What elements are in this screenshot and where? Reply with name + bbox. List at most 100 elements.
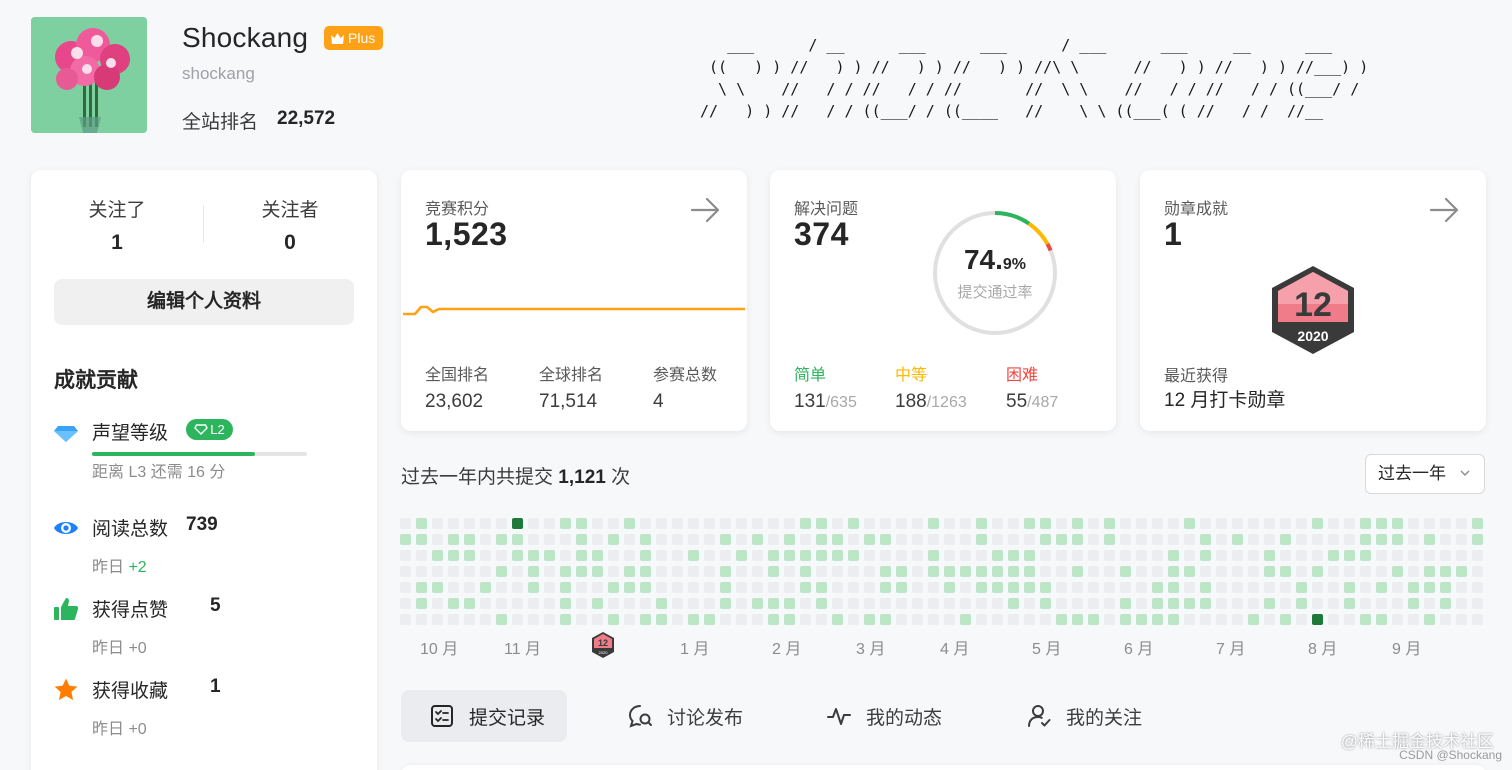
heatmap-day-cell[interactable] [1200, 614, 1211, 625]
heatmap-day-cell[interactable] [1072, 518, 1083, 529]
heatmap-day-cell[interactable] [608, 566, 619, 577]
heatmap-day-cell[interactable] [704, 614, 715, 625]
heatmap-day-cell[interactable] [736, 534, 747, 545]
heatmap-day-cell[interactable] [1328, 582, 1339, 593]
heatmap-day-cell[interactable] [480, 582, 491, 593]
heatmap-day-cell[interactable] [640, 566, 651, 577]
heatmap-day-cell[interactable] [528, 518, 539, 529]
heatmap-day-cell[interactable] [896, 550, 907, 561]
heatmap-day-cell[interactable] [1120, 614, 1131, 625]
heatmap-day-cell[interactable] [1168, 518, 1179, 529]
heatmap-day-cell[interactable] [1408, 550, 1419, 561]
heatmap-day-cell[interactable] [1248, 518, 1259, 529]
heatmap-day-cell[interactable] [704, 518, 715, 529]
heatmap-day-cell[interactable] [816, 614, 827, 625]
heatmap-day-cell[interactable] [1296, 598, 1307, 609]
heatmap-day-cell[interactable] [1472, 550, 1483, 561]
heatmap-day-cell[interactable] [544, 566, 555, 577]
badges-card[interactable]: 勋章成就 1 12 2020 最近获得 12 月打卡勋章 [1140, 170, 1486, 431]
heatmap-day-cell[interactable] [736, 614, 747, 625]
heatmap-day-cell[interactable] [1136, 518, 1147, 529]
heatmap-day-cell[interactable] [1376, 614, 1387, 625]
heatmap-day-cell[interactable] [1312, 518, 1323, 529]
tab-submissions[interactable]: 提交记录 [401, 690, 568, 742]
heatmap-day-cell[interactable] [688, 582, 699, 593]
heatmap-day-cell[interactable] [1104, 518, 1115, 529]
heatmap-day-cell[interactable] [1232, 566, 1243, 577]
heatmap-day-cell[interactable] [784, 518, 795, 529]
heatmap-day-cell[interactable] [1424, 550, 1435, 561]
heatmap-day-cell[interactable] [400, 518, 411, 529]
heatmap-day-cell[interactable] [880, 614, 891, 625]
heatmap-day-cell[interactable] [1184, 582, 1195, 593]
heatmap-day-cell[interactable] [784, 614, 795, 625]
heatmap-day-cell[interactable] [1008, 550, 1019, 561]
heatmap-day-cell[interactable] [992, 598, 1003, 609]
heatmap-day-cell[interactable] [752, 582, 763, 593]
heatmap-day-cell[interactable] [512, 550, 523, 561]
heatmap-day-cell[interactable] [1216, 614, 1227, 625]
heatmap-day-cell[interactable] [944, 534, 955, 545]
heatmap-day-cell[interactable] [704, 566, 715, 577]
heatmap-day-cell[interactable] [1296, 582, 1307, 593]
heatmap-day-cell[interactable] [544, 582, 555, 593]
heatmap-day-cell[interactable] [1232, 614, 1243, 625]
heatmap-day-cell[interactable] [1168, 534, 1179, 545]
heatmap-day-cell[interactable] [656, 518, 667, 529]
heatmap-day-cell[interactable] [496, 614, 507, 625]
heatmap-day-cell[interactable] [544, 598, 555, 609]
heatmap-day-cell[interactable] [752, 566, 763, 577]
heatmap-day-cell[interactable] [448, 534, 459, 545]
heatmap-day-cell[interactable] [560, 582, 571, 593]
heatmap-day-cell[interactable] [752, 550, 763, 561]
heatmap-day-cell[interactable] [816, 582, 827, 593]
heatmap-day-cell[interactable] [1408, 566, 1419, 577]
heatmap-day-cell[interactable] [496, 582, 507, 593]
heatmap-day-cell[interactable] [1408, 534, 1419, 545]
profile-avatar[interactable] [31, 17, 147, 133]
heatmap-day-cell[interactable] [1296, 614, 1307, 625]
heatmap-day-cell[interactable] [1408, 582, 1419, 593]
heatmap-day-cell[interactable] [688, 614, 699, 625]
heatmap-day-cell[interactable] [912, 534, 923, 545]
heatmap-day-cell[interactable] [800, 598, 811, 609]
heatmap-day-cell[interactable] [960, 566, 971, 577]
heatmap-day-cell[interactable] [928, 534, 939, 545]
heatmap-day-cell[interactable] [1168, 566, 1179, 577]
heatmap-day-cell[interactable] [1072, 582, 1083, 593]
heatmap-day-cell[interactable] [464, 598, 475, 609]
heatmap-day-cell[interactable] [992, 534, 1003, 545]
heatmap-day-cell[interactable] [1168, 598, 1179, 609]
heatmap-day-cell[interactable] [1264, 566, 1275, 577]
heatmap-day-cell[interactable] [944, 598, 955, 609]
heatmap-day-cell[interactable] [1312, 566, 1323, 577]
heatmap-day-cell[interactable] [1200, 534, 1211, 545]
heatmap-day-cell[interactable] [1216, 582, 1227, 593]
december-badge-icon[interactable]: 12 2020 [590, 631, 616, 659]
heatmap-day-cell[interactable] [912, 582, 923, 593]
heatmap-day-cell[interactable] [1408, 614, 1419, 625]
heatmap-day-cell[interactable] [1088, 518, 1099, 529]
heatmap-day-cell[interactable] [1376, 566, 1387, 577]
heatmap-day-cell[interactable] [1392, 550, 1403, 561]
following-stat[interactable]: 关注了 1 [57, 195, 177, 255]
heatmap-day-cell[interactable] [768, 518, 779, 529]
heatmap-day-cell[interactable] [416, 598, 427, 609]
heatmap-day-cell[interactable] [1072, 550, 1083, 561]
heatmap-day-cell[interactable] [704, 582, 715, 593]
heatmap-day-cell[interactable] [1040, 614, 1051, 625]
heatmap-day-cell[interactable] [944, 566, 955, 577]
heatmap-day-cell[interactable] [960, 614, 971, 625]
heatmap-day-cell[interactable] [816, 534, 827, 545]
tab-activity[interactable]: 我的动态 [798, 690, 964, 742]
heatmap-day-cell[interactable] [464, 534, 475, 545]
heatmap-day-cell[interactable] [1008, 518, 1019, 529]
heatmap-day-cell[interactable] [992, 614, 1003, 625]
heatmap-day-cell[interactable] [1120, 534, 1131, 545]
heatmap-day-cell[interactable] [1216, 534, 1227, 545]
heatmap-day-cell[interactable] [928, 518, 939, 529]
heatmap-day-cell[interactable] [1456, 518, 1467, 529]
heatmap-day-cell[interactable] [464, 614, 475, 625]
heatmap-day-cell[interactable] [1456, 550, 1467, 561]
heatmap-day-cell[interactable] [992, 518, 1003, 529]
